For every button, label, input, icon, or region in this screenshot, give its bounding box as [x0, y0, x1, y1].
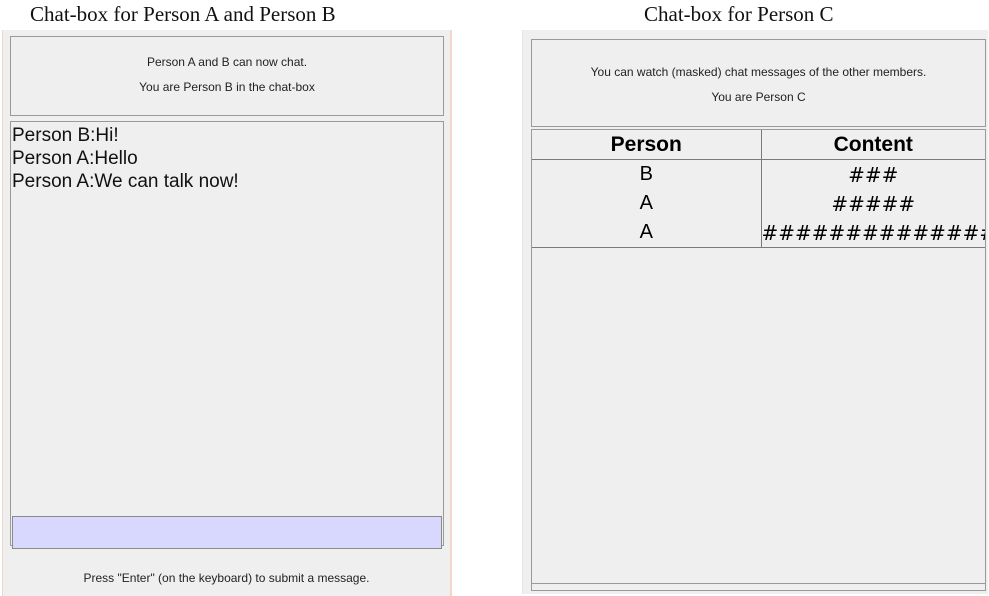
table-row[interactable]: A ################	[532, 218, 985, 248]
caption-chatbox-ab: Chat-box for Person A and Person B	[30, 2, 336, 26]
chat-message-input[interactable]	[12, 516, 442, 549]
chatbox-ab-info-line1: Person A and B can now chat.	[146, 55, 308, 69]
cell-content: ################	[760, 218, 985, 248]
chatbox-c-info-box: You can watch (masked) chat messages of …	[531, 39, 986, 127]
table-header-row: Person Content	[532, 130, 985, 160]
cell-person: A	[639, 192, 653, 214]
cell-person: A	[639, 221, 653, 243]
cell-content: ###	[760, 159, 985, 189]
chat-message: Person A:We can talk now!	[12, 171, 239, 192]
cell-person: B	[639, 163, 653, 185]
table-row[interactable]: A #####	[532, 189, 985, 218]
chatbox-ab-message-list[interactable]: Person B:Hi! Person A:Hello Person A:We …	[10, 121, 444, 546]
chatbox-c-info-line2: You are Person C	[711, 90, 806, 104]
masked-messages-table-container[interactable]: Person Content B ### A ##### A #########…	[531, 129, 986, 591]
chat-message: Person B:Hi!	[12, 125, 119, 146]
chatbox-c-info-line1: You can watch (masked) chat messages of …	[590, 65, 927, 79]
chat-message: Person A:Hello	[12, 148, 138, 169]
column-header-content[interactable]: Content	[760, 130, 985, 160]
submit-hint: Press "Enter" (on the keyboard) to submi…	[83, 571, 370, 585]
chatbox-ab-info-line2: You are Person B in the chat-box	[139, 80, 315, 94]
chatbox-c-panel: You can watch (masked) chat messages of …	[522, 30, 988, 594]
cell-content: #####	[760, 189, 985, 218]
chatbox-ab-panel: Person A and B can now chat. You are Per…	[2, 30, 452, 596]
table-row[interactable]: B ###	[532, 159, 985, 189]
masked-messages-table: Person Content B ### A ##### A #########…	[532, 130, 985, 248]
chatbox-ab-info-box: Person A and B can now chat. You are Per…	[10, 36, 444, 116]
table-bottom-divider	[532, 583, 985, 584]
column-header-person[interactable]: Person	[532, 130, 761, 160]
caption-chatbox-c: Chat-box for Person C	[644, 2, 834, 26]
